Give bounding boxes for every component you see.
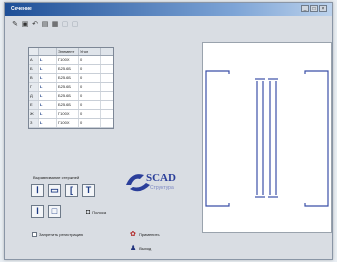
row-type: L bbox=[39, 65, 57, 73]
exit-icon: ♟ bbox=[130, 245, 137, 252]
row-extra bbox=[101, 65, 113, 73]
undo-icon[interactable]: ↶ bbox=[31, 20, 39, 28]
title-bar[interactable]: Сечение _ □ × bbox=[5, 3, 332, 16]
header-angle: Угол bbox=[79, 48, 101, 55]
row-extra bbox=[101, 74, 113, 82]
section-drawing bbox=[205, 70, 329, 207]
row-label: Е bbox=[29, 101, 39, 109]
row-element[interactable]: Б25.6Б bbox=[57, 83, 79, 91]
header-cell bbox=[101, 48, 113, 55]
row-element[interactable]: Б25.6Б bbox=[57, 101, 79, 109]
row-type: L bbox=[39, 83, 57, 91]
table-row[interactable]: А L Г100Х 0 bbox=[29, 56, 113, 65]
row-element[interactable]: Г100Х bbox=[57, 56, 79, 64]
profile-label: Полоса bbox=[92, 210, 107, 215]
row-label: Д bbox=[29, 92, 39, 100]
channel-shape-button[interactable]: [ bbox=[65, 184, 78, 197]
profile-button[interactable]: ◘ Полоса bbox=[86, 209, 106, 216]
apply-icon: ✿ bbox=[130, 231, 136, 238]
row-label: Б bbox=[29, 65, 39, 73]
i-beam-shape-button[interactable]: Ⅰ bbox=[31, 184, 44, 197]
registration-checkbox-label: Запретить регистрацию bbox=[39, 232, 84, 237]
row-angle: 0 bbox=[79, 101, 101, 109]
toolbar: ✎ ▣ ↶ ▤ ▦ ▢ ▢ bbox=[11, 18, 79, 30]
table-row[interactable]: З L Г100Х 0 bbox=[29, 119, 113, 128]
apply-button[interactable]: ✿ Применить bbox=[130, 230, 160, 238]
grid-icon[interactable]: ▦ bbox=[51, 20, 59, 28]
top-left-flange bbox=[205, 70, 230, 74]
registration-checkbox[interactable] bbox=[32, 232, 37, 237]
row-extra bbox=[101, 101, 113, 109]
shapes-group-label: Выравнивание стержней bbox=[33, 175, 80, 180]
i-section-button[interactable]: I bbox=[31, 205, 44, 218]
row-element[interactable]: Б25.6Б bbox=[57, 74, 79, 82]
square-section-button[interactable]: □ bbox=[48, 205, 61, 218]
disabled-icon: ▢ bbox=[61, 21, 69, 28]
row-element[interactable]: Г100Х bbox=[57, 110, 79, 118]
box-shape-button[interactable]: ▭ bbox=[48, 184, 61, 197]
table-icon[interactable]: ▤ bbox=[41, 20, 49, 28]
row-type: L bbox=[39, 101, 57, 109]
tee-shape-button[interactable]: T bbox=[82, 184, 95, 197]
open-icon[interactable]: ✎ bbox=[11, 20, 19, 28]
table-row[interactable]: В L Б25.6Б 0 bbox=[29, 74, 113, 83]
header-element: Элемент bbox=[57, 48, 79, 55]
close-button[interactable]: × bbox=[319, 5, 327, 12]
row-extra bbox=[101, 110, 113, 118]
row-extra bbox=[101, 119, 113, 127]
table-header: Элемент Угол bbox=[29, 48, 113, 56]
dialog-window: Сечение _ □ × ✎ ▣ ↶ ▤ ▦ ▢ ▢ Элемент Угол… bbox=[4, 2, 333, 260]
row-type: L bbox=[39, 56, 57, 64]
window-title: Сечение bbox=[11, 6, 32, 12]
row-angle: 0 bbox=[79, 92, 101, 100]
bottom-left-flange bbox=[205, 203, 230, 207]
table-row[interactable]: Е L Б25.6Б 0 bbox=[29, 101, 113, 110]
row-element[interactable]: Б25.6Б bbox=[57, 65, 79, 73]
header-cell bbox=[39, 48, 57, 55]
table-row[interactable]: Г L Б25.6Б 0 bbox=[29, 83, 113, 92]
apply-label: Применить bbox=[138, 231, 160, 237]
table-row[interactable]: Ж L Г100Х 0 bbox=[29, 110, 113, 119]
row-type: L bbox=[39, 119, 57, 127]
minimize-button[interactable]: _ bbox=[301, 5, 309, 12]
row-type: L bbox=[39, 92, 57, 100]
row-extra bbox=[101, 56, 113, 64]
section-preview bbox=[202, 42, 332, 233]
exit-button[interactable]: ♟ Выход bbox=[130, 244, 151, 252]
row-angle: 0 bbox=[79, 83, 101, 91]
registration-checkbox-row[interactable]: Запретить регистрацию bbox=[32, 232, 83, 237]
row-angle: 0 bbox=[79, 110, 101, 118]
table-row[interactable]: Д L Б25.6Б 0 bbox=[29, 92, 113, 101]
row-label: В bbox=[29, 74, 39, 82]
row-label: З bbox=[29, 119, 39, 127]
row-angle: 0 bbox=[79, 119, 101, 127]
row-extra bbox=[101, 92, 113, 100]
window-controls: _ □ × bbox=[301, 5, 327, 12]
row-label: Г bbox=[29, 83, 39, 91]
elements-table: Элемент Угол А L Г100Х 0 Б L Б25.6Б 0 В L Б25.6Б 0 Г… bbox=[28, 47, 114, 129]
row-label: Ж bbox=[29, 110, 39, 118]
header-cell bbox=[29, 48, 39, 55]
profile-icon: ◘ bbox=[86, 209, 91, 216]
row-type: L bbox=[39, 110, 57, 118]
save-icon[interactable]: ▣ bbox=[21, 20, 29, 28]
row-element[interactable]: Г100Х bbox=[57, 119, 79, 127]
row-angle: 0 bbox=[79, 74, 101, 82]
row-type: L bbox=[39, 74, 57, 82]
disabled-icon: ▢ bbox=[71, 21, 79, 28]
scad-logo: SCAD Структура bbox=[124, 167, 188, 197]
brand-name: SCAD bbox=[146, 172, 176, 184]
table-row[interactable]: Б L Б25.6Б 0 bbox=[29, 65, 113, 74]
exit-label: Выход bbox=[139, 245, 152, 251]
top-right-flange bbox=[304, 70, 329, 74]
brand-subtitle: Структура bbox=[150, 185, 174, 191]
row-element[interactable]: Б25.6Б bbox=[57, 92, 79, 100]
row-extra bbox=[101, 83, 113, 91]
row-angle: 0 bbox=[79, 56, 101, 64]
row-label: А bbox=[29, 56, 39, 64]
bottom-right-flange bbox=[304, 203, 329, 207]
maximize-button[interactable]: □ bbox=[310, 5, 318, 12]
row-angle: 0 bbox=[79, 65, 101, 73]
